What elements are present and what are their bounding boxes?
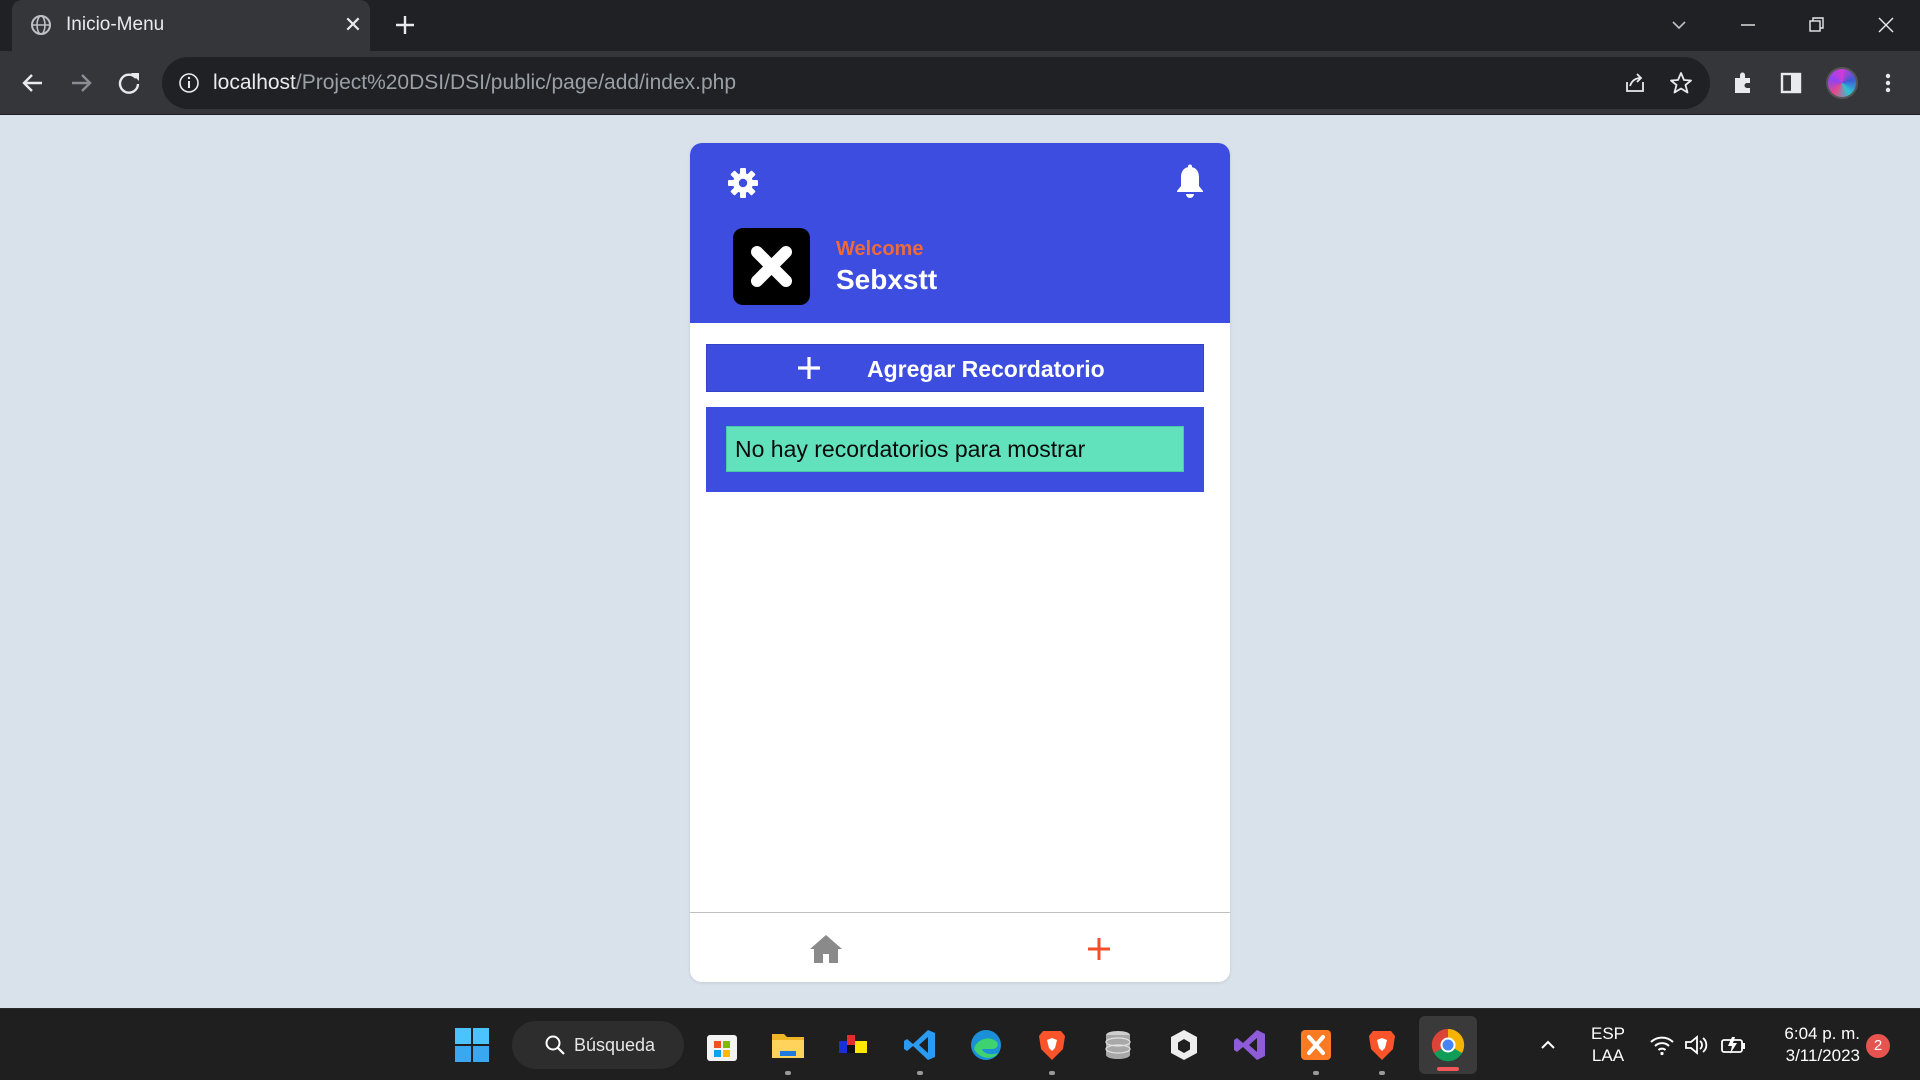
start-button[interactable]	[450, 1023, 494, 1067]
volume-icon[interactable]	[1684, 1033, 1710, 1057]
new-tab-icon[interactable]	[392, 12, 418, 38]
close-window-icon[interactable]	[1871, 10, 1901, 40]
share-icon[interactable]	[1622, 70, 1648, 96]
edge-icon	[971, 1030, 1001, 1060]
nav-add-icon[interactable]	[1085, 935, 1113, 963]
clock[interactable]: 6:04 p. m. 3/11/2023	[1764, 1023, 1860, 1067]
tray-chevron-up-icon[interactable]	[1536, 1033, 1560, 1057]
empty-reminders-message: No hay recordatorios para mostrar	[726, 426, 1184, 472]
windows-taskbar: Búsqueda ESP LAA 6:04 p. m. 3/11/2023 2	[0, 1008, 1920, 1080]
unity-cube-icon	[1171, 1030, 1197, 1060]
brave-lion-icon	[1039, 1031, 1065, 1060]
database-icon	[1105, 1031, 1131, 1059]
running-indicator	[1049, 1071, 1055, 1075]
input-language[interactable]: ESP LAA	[1586, 1023, 1630, 1067]
url-host: localhost	[213, 71, 296, 94]
taskbar-brave-2[interactable]	[1360, 1023, 1404, 1075]
xampp-icon	[1301, 1030, 1331, 1060]
windows-logo-icon	[455, 1028, 489, 1062]
battery-charging-icon[interactable]	[1720, 1033, 1748, 1057]
back-arrow-icon[interactable]	[17, 67, 49, 99]
running-indicator	[917, 1071, 923, 1075]
chrome-icon	[1431, 1028, 1465, 1062]
reload-icon[interactable]	[113, 67, 145, 99]
app-header: Welcome Sebxstt	[690, 143, 1230, 323]
brave-lion-icon	[1369, 1031, 1395, 1060]
user-avatar	[733, 228, 810, 305]
taskbar-xampp[interactable]	[1294, 1023, 1338, 1075]
chrome-menu-icon[interactable]	[1874, 69, 1902, 97]
language-code: ESP	[1590, 1024, 1626, 1043]
clock-time: 6:04 p. m.	[1784, 1024, 1860, 1043]
username: Sebxstt	[836, 264, 938, 295]
color-blocks-icon	[839, 1035, 867, 1053]
welcome-label: Welcome	[836, 238, 924, 260]
taskbar-edge[interactable]	[964, 1023, 1008, 1067]
taskbar-database[interactable]	[1096, 1023, 1140, 1067]
browser-toolbar: localhost/Project%20DSI/DSI/public/page/…	[0, 51, 1920, 115]
clock-date: 3/11/2023	[1785, 1046, 1860, 1065]
folder-icon	[772, 1034, 804, 1058]
home-icon[interactable]	[809, 933, 843, 965]
bottom-nav	[690, 912, 1230, 982]
bookmark-star-icon[interactable]	[1668, 70, 1694, 96]
visual-studio-icon	[1234, 1030, 1265, 1060]
search-label: Búsqueda	[574, 1035, 656, 1055]
avatar-x-icon	[751, 246, 792, 287]
forward-arrow-icon[interactable]	[65, 67, 97, 99]
taskbar-unity[interactable]	[1162, 1023, 1206, 1067]
restore-icon[interactable]	[1801, 10, 1831, 40]
taskbar-search[interactable]: Búsqueda	[512, 1021, 684, 1069]
browser-tab[interactable]: Inicio-Menu ✕	[12, 0, 370, 51]
url-text[interactable]: localhost/Project%20DSI/DSI/public/page/…	[213, 71, 736, 95]
tab-search-chevron-icon[interactable]	[1664, 10, 1694, 40]
taskbar-visual-studio[interactable]	[1228, 1023, 1272, 1067]
app-card: Welcome Sebxstt Agregar Recordatorio No …	[690, 143, 1230, 982]
add-reminder-label: Agregar Recordatorio	[867, 356, 1105, 382]
running-indicator	[785, 1071, 791, 1075]
plus-icon	[798, 357, 820, 379]
profile-avatar[interactable]	[1826, 67, 1858, 99]
side-panel-icon[interactable]	[1777, 69, 1805, 97]
taskbar-chrome[interactable]	[1419, 1016, 1477, 1074]
notification-badge[interactable]: 2	[1866, 1034, 1890, 1058]
active-indicator	[1437, 1067, 1459, 1071]
taskbar-vscode[interactable]	[898, 1023, 942, 1075]
taskbar-store[interactable]	[700, 1023, 744, 1067]
url-path: /Project%20DSI/DSI/public/page/add/index…	[295, 71, 736, 94]
globe-icon	[31, 15, 51, 35]
vscode-icon	[904, 1030, 935, 1060]
running-indicator	[1313, 1071, 1319, 1075]
extensions-puzzle-icon[interactable]	[1729, 69, 1757, 97]
tab-close-icon[interactable]: ✕	[342, 14, 364, 36]
keyboard-layout: LAA	[1591, 1046, 1625, 1065]
bell-icon[interactable]	[1174, 164, 1206, 200]
taskbar-brave[interactable]	[1030, 1023, 1074, 1075]
address-bar[interactable]: localhost/Project%20DSI/DSI/public/page/…	[162, 57, 1710, 109]
tab-title: Inicio-Menu	[66, 14, 165, 35]
search-icon	[545, 1035, 565, 1055]
gear-icon[interactable]	[726, 166, 760, 200]
browser-tab-bar: Inicio-Menu ✕	[0, 0, 1920, 51]
taskbar-file-explorer[interactable]	[766, 1023, 810, 1075]
store-icon	[707, 1035, 737, 1061]
site-info-icon[interactable]	[178, 72, 200, 94]
minimize-icon[interactable]	[1733, 10, 1763, 40]
reminders-list: No hay recordatorios para mostrar	[706, 407, 1204, 492]
taskbar-app-colors[interactable]	[832, 1023, 876, 1067]
running-indicator	[1379, 1071, 1385, 1075]
add-reminder-button[interactable]: Agregar Recordatorio	[706, 344, 1204, 392]
wifi-icon[interactable]	[1649, 1033, 1675, 1057]
